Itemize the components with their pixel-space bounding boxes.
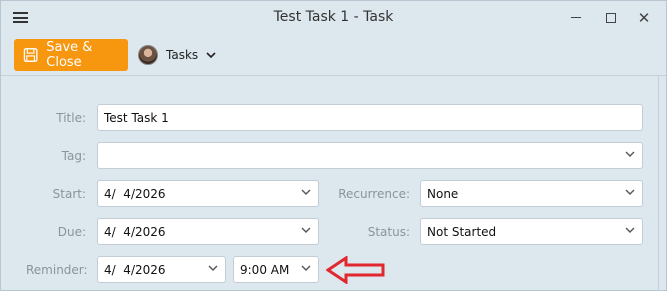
maximize-button[interactable] (601, 9, 621, 27)
chevron-down-icon (625, 151, 635, 157)
reminder-label: Reminder: (26, 263, 88, 277)
save-icon (23, 48, 38, 62)
title-label: Title: (56, 111, 86, 125)
tag-dropdown[interactable] (97, 142, 643, 169)
recurrence-dropdown[interactable]: None (420, 180, 643, 207)
recurrence-value: None (427, 186, 459, 201)
start-date-value: 4/ 4/2026 (104, 186, 166, 201)
chevron-down-icon (625, 227, 635, 233)
save-and-close-button[interactable]: Save & Close (14, 39, 128, 71)
status-value: Not Started (427, 224, 497, 239)
red-arrow-icon (326, 256, 385, 284)
due-date-value: 4/ 4/2026 (104, 224, 166, 239)
reminder-date-value: 4/ 4/2026 (104, 262, 166, 277)
toolbar: Save & Close Tasks (1, 35, 666, 75)
tag-label: Tag: (61, 149, 86, 163)
due-date-picker[interactable]: 4/ 4/2026 (97, 218, 319, 245)
tasks-folder-dropdown[interactable]: Tasks (138, 43, 216, 67)
reminder-date-picker[interactable]: 4/ 4/2026 (97, 256, 226, 283)
reminder-time-value: 9:00 AM (240, 262, 290, 277)
save-and-close-label: Save & Close (46, 40, 93, 70)
reminder-time-picker[interactable]: 9:00 AM (233, 256, 319, 283)
close-button[interactable]: ✕ (634, 9, 654, 27)
chevron-down-icon (208, 265, 218, 271)
avatar (138, 45, 158, 65)
title-bar: Test Task 1 - Task ✕ (1, 1, 666, 35)
status-label: Status: (367, 225, 410, 239)
toolbar-divider (1, 75, 666, 76)
start-date-picker[interactable]: 4/ 4/2026 (97, 180, 319, 207)
task-window: Test Task 1 - Task ✕ Save & Close Tasks … (0, 0, 667, 291)
title-input[interactable]: Test Task 1 (97, 104, 643, 131)
chevron-down-icon (301, 265, 311, 271)
due-label: Due: (57, 225, 86, 239)
minimize-button[interactable] (566, 9, 586, 27)
tasks-label: Tasks (166, 48, 199, 62)
scroll-edge (658, 76, 659, 291)
start-label: Start: (52, 187, 86, 201)
recurrence-label: Recurrence: (338, 187, 410, 201)
chevron-down-icon (206, 52, 216, 58)
chevron-down-icon (625, 189, 635, 195)
status-dropdown[interactable]: Not Started (420, 218, 643, 245)
maximize-icon (606, 12, 616, 23)
minimize-icon (571, 17, 581, 18)
